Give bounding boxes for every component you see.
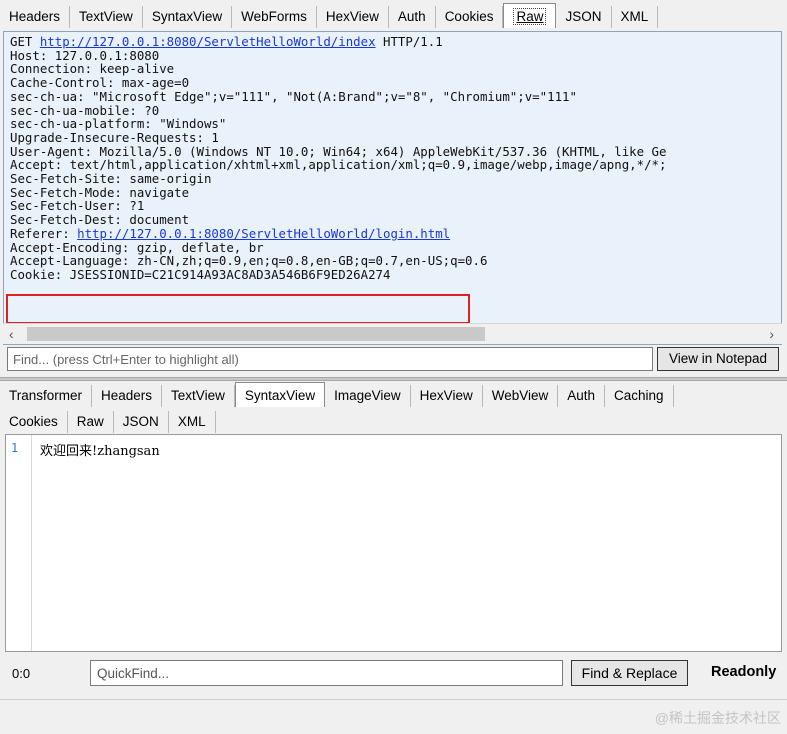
scrollbar-thumb[interactable] bbox=[27, 327, 485, 341]
tab-raw[interactable]: Raw bbox=[68, 411, 114, 433]
tab-imageview[interactable]: ImageView bbox=[325, 385, 411, 407]
line-number-gutter: 1 bbox=[6, 435, 32, 651]
response-syntax-editor[interactable]: 1 欢迎回来!zhangsan bbox=[5, 434, 782, 652]
tab-cookies[interactable]: Cookies bbox=[0, 411, 68, 433]
tab-cookies[interactable]: Cookies bbox=[436, 6, 504, 28]
tab-raw[interactable]: Raw bbox=[503, 3, 557, 28]
tab-json[interactable]: JSON bbox=[556, 6, 612, 28]
readonly-indicator: Readonly bbox=[711, 664, 777, 680]
tab-hexview[interactable]: HexView bbox=[411, 385, 483, 407]
raw-request-text: GET http://127.0.0.1:8080/ServletHelloWo… bbox=[10, 35, 666, 282]
cookie-highlight-box bbox=[6, 294, 470, 324]
tab-transformer[interactable]: Transformer bbox=[0, 385, 93, 407]
tab-syntaxview[interactable]: SyntaxView bbox=[143, 6, 233, 28]
line-number: 1 bbox=[11, 441, 19, 455]
response-tab-bar-row1: Transformer Headers TextView SyntaxView … bbox=[0, 381, 674, 407]
response-tab-bar-row2: Cookies Raw JSON XML bbox=[0, 407, 216, 433]
tab-json[interactable]: JSON bbox=[114, 411, 169, 433]
tab-xml[interactable]: XML bbox=[612, 6, 659, 28]
watermark: @稀土掘金技术社区 bbox=[654, 710, 781, 726]
tab-syntaxview[interactable]: SyntaxView bbox=[234, 382, 326, 407]
tab-caching[interactable]: Caching bbox=[605, 385, 674, 407]
response-body-text: 欢迎回来!zhangsan bbox=[40, 444, 160, 459]
scroll-right-icon[interactable]: › bbox=[769, 324, 774, 344]
quickfind-input[interactable] bbox=[90, 660, 563, 686]
request-horizontal-scrollbar[interactable]: ‹ › bbox=[3, 323, 782, 344]
tab-textview[interactable]: TextView bbox=[70, 6, 143, 28]
scroll-left-icon[interactable]: ‹ bbox=[9, 324, 14, 344]
request-protocol: HTTP/1.1 bbox=[375, 34, 443, 49]
cursor-position: 0:0 bbox=[12, 666, 31, 681]
tab-webforms[interactable]: WebForms bbox=[232, 6, 317, 28]
tab-headers[interactable]: Headers bbox=[0, 6, 71, 28]
tab-textview[interactable]: TextView bbox=[162, 385, 235, 407]
raw-request-panel[interactable]: GET http://127.0.0.1:8080/ServletHelloWo… bbox=[3, 31, 782, 345]
cookie-header-line: Cookie: JSESSIONID=C21C914A93AC8AD3A546B… bbox=[10, 266, 391, 282]
find-replace-button[interactable]: Find & Replace bbox=[571, 660, 688, 686]
view-in-notepad-button[interactable]: View in Notepad bbox=[657, 347, 779, 371]
request-tab-bar: Headers TextView SyntaxView WebForms Hex… bbox=[0, 2, 659, 28]
find-input[interactable] bbox=[7, 347, 653, 371]
tab-webview[interactable]: WebView bbox=[483, 385, 559, 407]
tab-auth[interactable]: Auth bbox=[558, 385, 606, 407]
tab-raw-label: Raw bbox=[513, 8, 547, 25]
tab-auth[interactable]: Auth bbox=[389, 6, 436, 28]
tab-hexview[interactable]: HexView bbox=[317, 6, 389, 28]
tab-headers[interactable]: Headers bbox=[92, 385, 163, 407]
tab-xml[interactable]: XML bbox=[169, 411, 216, 433]
